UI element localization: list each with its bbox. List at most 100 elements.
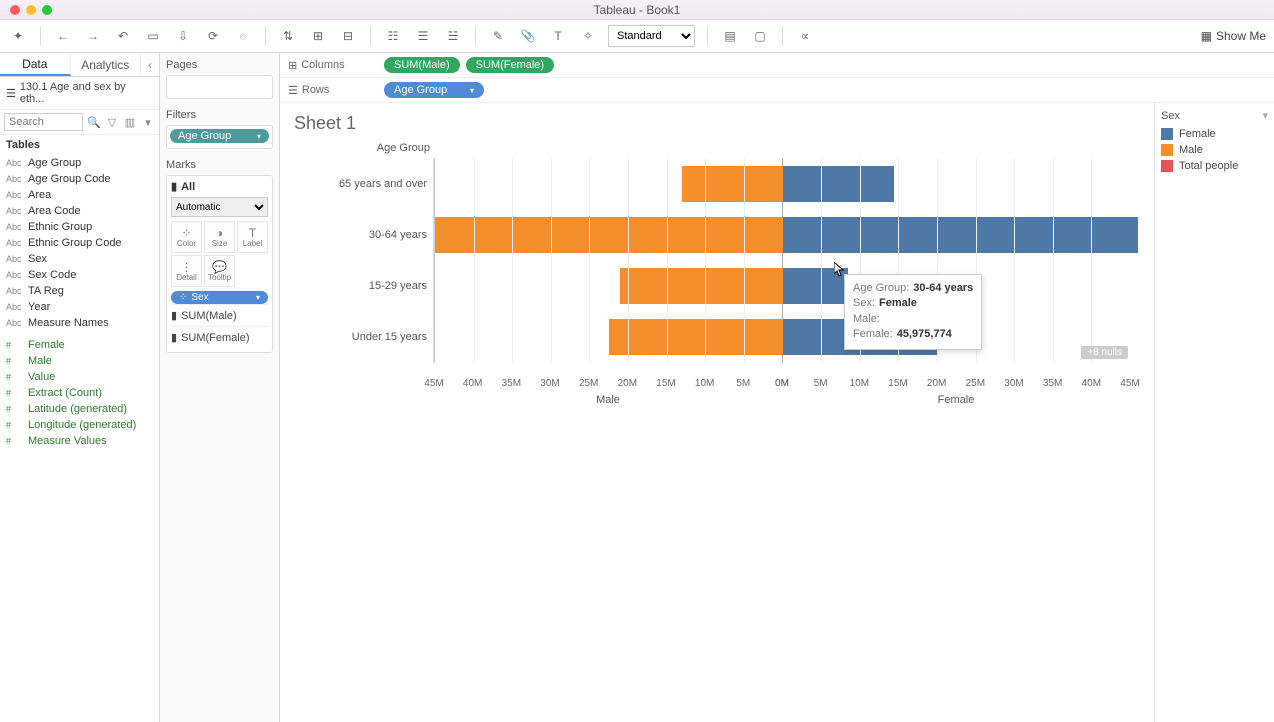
collapse-pane-icon[interactable]: ‹ — [141, 53, 159, 76]
bar-female[interactable] — [783, 166, 895, 202]
rows-shelf[interactable]: ☰Rows Age Group▾ — [280, 78, 1274, 103]
marks-tooltip-button[interactable]: 💬Tooltip — [204, 255, 235, 287]
refresh-icon[interactable]: ⟳ — [203, 26, 223, 46]
sheet-canvas[interactable]: Sheet 1 Age Group 65 years and over30-64… — [280, 103, 1154, 722]
legend-item[interactable]: Total people — [1161, 160, 1268, 172]
marks-size-button[interactable]: ◑Size — [204, 221, 235, 253]
bar-female[interactable] — [783, 217, 1138, 253]
bar-male[interactable] — [620, 268, 782, 304]
field-measure[interactable]: #Extract (Count) — [4, 385, 155, 401]
share-icon[interactable]: ∝ — [795, 26, 815, 46]
field-dimension[interactable]: AbcTA Reg — [4, 283, 155, 299]
view-icon[interactable]: ▥ — [123, 116, 137, 129]
menu-icon[interactable]: ▾ — [141, 116, 155, 129]
field-dimension[interactable]: AbcMeasure Names — [4, 315, 155, 331]
field-dimension[interactable]: AbcAge Group — [4, 155, 155, 171]
back-icon[interactable]: ← — [53, 26, 73, 46]
filters-shelf-title: Filters — [166, 109, 273, 121]
save-icon[interactable]: ▭ — [143, 26, 163, 46]
legend-menu-icon[interactable]: ▾ — [1262, 109, 1268, 122]
fit-select[interactable]: Standard — [608, 25, 695, 47]
show-me-button[interactable]: ▦ Show Me — [1201, 29, 1266, 43]
forward-icon[interactable]: → — [83, 26, 103, 46]
filter-fields-icon[interactable]: ▽ — [105, 116, 119, 129]
pin-icon[interactable]: 📎 — [518, 26, 538, 46]
show-me-icon: ▦ — [1201, 29, 1212, 43]
highlight-icon[interactable]: ✎ — [488, 26, 508, 46]
field-measure[interactable]: #Value — [4, 369, 155, 385]
field-measure[interactable]: #Longitude (generated) — [4, 417, 155, 433]
legend-title: Sex — [1161, 110, 1180, 122]
marks-measure-female[interactable]: ▮SUM(Female) — [171, 326, 268, 348]
columns-shelf[interactable]: ⊞Columns SUM(Male) SUM(Female) — [280, 53, 1274, 78]
field-dimension[interactable]: AbcArea — [4, 187, 155, 203]
tooltip-icon[interactable]: ✧ — [578, 26, 598, 46]
axis-tick: 45M — [424, 378, 443, 389]
close-window-icon[interactable] — [10, 5, 20, 15]
sort-asc-icon[interactable]: ⊞ — [308, 26, 328, 46]
legend-item[interactable]: Female — [1161, 128, 1268, 140]
sort-desc-icon[interactable]: ⊟ — [338, 26, 358, 46]
field-dimension[interactable]: AbcSex Code — [4, 267, 155, 283]
field-measure[interactable]: #Latitude (generated) — [4, 401, 155, 417]
axis-tick: 20M — [927, 378, 946, 389]
bar-icon: ▮ — [171, 309, 177, 322]
minimize-window-icon[interactable] — [26, 5, 36, 15]
marks-detail-button[interactable]: ⋮Detail — [171, 255, 202, 287]
bar-male[interactable] — [435, 217, 783, 253]
undo-icon[interactable]: ↶ — [113, 26, 133, 46]
legend-card: Sex ▾ Female Male Total people — [1154, 103, 1274, 722]
marks-measure-male[interactable]: ▮SUM(Male) — [171, 304, 268, 326]
search-icon[interactable]: 🔍 — [87, 116, 101, 129]
field-dimension[interactable]: AbcEthnic Group — [4, 219, 155, 235]
swap-icon[interactable]: ⇅ — [278, 26, 298, 46]
tab-data[interactable]: Data — [0, 53, 71, 76]
pages-shelf[interactable] — [166, 75, 273, 99]
bar-male[interactable] — [682, 166, 782, 202]
field-dimension[interactable]: AbcEthnic Group Code — [4, 235, 155, 251]
row-label: 65 years and over — [339, 178, 427, 190]
columns-pill-female[interactable]: SUM(Female) — [466, 57, 554, 73]
data-pane: Data Analytics ‹ ☰ 130.1 Age and sex by … — [0, 53, 160, 722]
axis-tick: 5M — [814, 378, 828, 389]
rows-pill-agegroup[interactable]: Age Group▾ — [384, 82, 484, 98]
bar-male[interactable] — [609, 319, 783, 355]
datasource-row[interactable]: ☰ 130.1 Age and sex by eth... — [0, 77, 159, 110]
new-data-icon[interactable]: ⇩ — [173, 26, 193, 46]
nulls-badge[interactable]: +8 nulls — [1081, 346, 1128, 359]
filters-shelf[interactable]: Age Group▾ — [166, 125, 273, 149]
bar-icon: ▮ — [171, 331, 177, 344]
filter-pill-agegroup[interactable]: Age Group▾ — [170, 129, 269, 143]
field-dimension[interactable]: AbcYear — [4, 299, 155, 315]
field-dimension[interactable]: AbcArea Code — [4, 203, 155, 219]
field-dimension[interactable]: AbcSex — [4, 251, 155, 267]
legend-item[interactable]: Male — [1161, 144, 1268, 156]
show-cards-icon[interactable]: ▤ — [720, 26, 740, 46]
axis-tick: 35M — [502, 378, 521, 389]
new-worksheet-icon[interactable]: ◌ — [233, 26, 253, 46]
mark-type-select[interactable]: Automatic — [171, 197, 268, 217]
axis-tick: 30M — [540, 378, 559, 389]
show-labels-icon[interactable]: ☰ — [413, 26, 433, 46]
axis-tick: 10M — [695, 378, 714, 389]
maximize-window-icon[interactable] — [42, 5, 52, 15]
totals-icon[interactable]: ☱ — [443, 26, 463, 46]
field-measure[interactable]: #Female — [4, 337, 155, 353]
presentation-icon[interactable]: ▢ — [750, 26, 770, 46]
axis-tick: 40M — [463, 378, 482, 389]
marks-color-button[interactable]: ⁘Color — [171, 221, 202, 253]
field-measure[interactable]: #Measure Values — [4, 433, 155, 449]
group-icon[interactable]: ☷ — [383, 26, 403, 46]
search-input[interactable] — [4, 113, 83, 131]
text-icon[interactable]: T — [548, 26, 568, 46]
axis-tick: 20M — [618, 378, 637, 389]
marks-color-pill-sex[interactable]: ⁘Sex ▾ — [171, 291, 268, 304]
marks-label-button[interactable]: TLabel — [237, 221, 268, 253]
logo-icon[interactable]: ✦ — [8, 26, 28, 46]
field-dimension[interactable]: AbcAge Group Code — [4, 171, 155, 187]
axis-male-label: Male — [596, 394, 620, 406]
field-measure[interactable]: #Male — [4, 353, 155, 369]
sheet-title[interactable]: Sheet 1 — [294, 113, 1140, 134]
columns-pill-male[interactable]: SUM(Male) — [384, 57, 460, 73]
tab-analytics[interactable]: Analytics — [71, 53, 142, 76]
